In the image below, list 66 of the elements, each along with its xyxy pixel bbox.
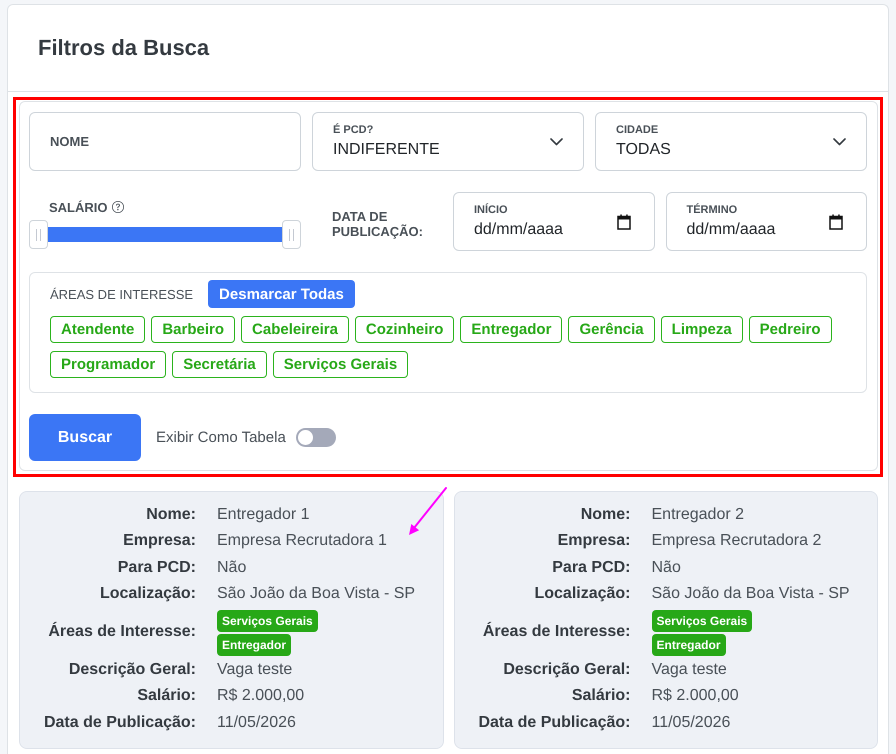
area-chip[interactable]: Limpeza xyxy=(660,316,743,343)
area-chip[interactable]: Pedreiro xyxy=(748,316,832,343)
area-chip[interactable]: Cabeleireira xyxy=(241,316,349,343)
field-value: Empresa Recrutadora 2 xyxy=(652,531,822,552)
toggle-label: Exibir Como Tabela xyxy=(156,429,286,446)
field-label: Nome: xyxy=(580,505,630,525)
field-value: R$ 2.000,00 xyxy=(217,686,304,706)
field-label: Descrição Geral: xyxy=(503,660,630,680)
field-label: Descrição Geral: xyxy=(68,660,196,680)
field-label: Áreas de Interesse: xyxy=(48,620,196,642)
field-value: Vaga teste xyxy=(217,660,292,680)
slider-handle[interactable] xyxy=(29,220,48,249)
field-label: Data de Publicação: xyxy=(44,712,196,733)
name-field[interactable]: NOME xyxy=(29,112,301,171)
area-tag: Entregador xyxy=(217,634,292,656)
help-icon[interactable] xyxy=(112,201,124,213)
areas-label: ÁREAS DE INTERESSE xyxy=(50,286,194,302)
field-label: Áreas de Interesse: xyxy=(482,620,630,642)
field-label: Data de Publicação: xyxy=(478,712,630,733)
start-date-field[interactable]: INÍCIO dd/mm/aaaa xyxy=(453,192,654,251)
field-value: 11/05/2026 xyxy=(217,712,296,733)
area-tag: Serviços Gerais xyxy=(217,610,318,632)
field-label: Empresa: xyxy=(558,531,630,552)
area-chip[interactable]: Serviços Gerais xyxy=(272,351,408,378)
area-chip[interactable]: Barbeiro xyxy=(151,316,236,343)
field-label: Para PCD: xyxy=(118,558,196,578)
area-tag: Serviços Gerais xyxy=(652,610,752,632)
slider-handle[interactable] xyxy=(282,220,301,249)
area-chip[interactable]: Cozinheiro xyxy=(354,316,454,343)
city-select[interactable]: CIDADE TODAS xyxy=(595,112,867,171)
area-chip[interactable]: Atendente xyxy=(50,316,146,343)
chevron-down-icon xyxy=(833,138,846,146)
field-label: Localização: xyxy=(100,584,196,604)
area-chip[interactable]: Programador xyxy=(50,351,166,378)
salary-label: SALÁRIO xyxy=(49,200,108,214)
chevron-down-icon xyxy=(550,138,563,146)
field-value: 11/05/2026 xyxy=(652,712,730,733)
field-value: Entregador 2 xyxy=(652,505,744,525)
area-tag: Entregador xyxy=(652,634,726,656)
field-value: São João da Boa Vista - SP xyxy=(217,584,416,604)
end-date-field[interactable]: TÉRMINO dd/mm/aaaa xyxy=(666,192,867,251)
field-value: Não xyxy=(217,558,246,578)
field-value: Empresa Recrutadora 1 xyxy=(217,531,387,552)
field-label: Salário: xyxy=(137,686,196,706)
search-button[interactable]: Buscar xyxy=(29,414,141,461)
date-label: DATA DE PUBLICAÇÃO: xyxy=(332,208,424,238)
salary-slider[interactable] xyxy=(29,220,301,249)
field-label: Empresa: xyxy=(123,531,196,552)
field-label: Nome: xyxy=(146,505,196,525)
calendar-icon xyxy=(616,214,630,230)
calendar-icon xyxy=(829,214,843,230)
field-value: Entregador 1 xyxy=(217,505,310,525)
field-value: R$ 2.000,00 xyxy=(652,686,739,706)
field-label: Salário: xyxy=(572,686,630,706)
area-chip[interactable]: Gerência xyxy=(568,316,655,343)
field-value: Não xyxy=(652,558,681,578)
area-chip[interactable]: Secretária xyxy=(172,351,267,378)
field-label: Para PCD: xyxy=(552,558,630,578)
field-label: Localização: xyxy=(534,584,630,604)
field-value: Vaga teste xyxy=(652,660,727,680)
field-value: São João da Boa Vista - SP xyxy=(652,584,850,604)
area-chip[interactable]: Entregador xyxy=(460,316,562,343)
pcd-select[interactable]: É PCD? INDIFERENTE xyxy=(312,112,584,171)
table-view-toggle[interactable] xyxy=(296,428,336,447)
card-title: Filtros da Busca xyxy=(38,35,210,61)
deselect-all-button[interactable]: Desmarcar Todas xyxy=(208,280,355,308)
